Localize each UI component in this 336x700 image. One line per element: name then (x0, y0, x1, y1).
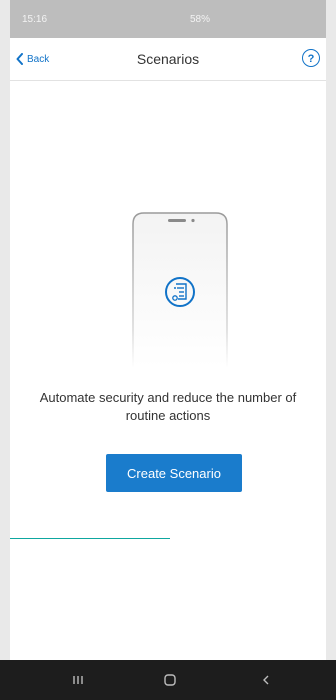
chevron-left-icon (16, 53, 23, 65)
system-back-button[interactable] (236, 660, 296, 700)
app-screen: 15:16 58% Back Scenarios ? Automate secu… (10, 0, 326, 700)
back-icon (263, 675, 269, 685)
page-title: Scenarios (136, 51, 200, 67)
status-time: 15:16 (22, 14, 48, 25)
device-frame-left (0, 0, 10, 700)
empty-state-message: Automate security and reduce the number … (39, 390, 297, 423)
app-header: Back Scenarios ? (10, 38, 326, 81)
device-frame-right (326, 0, 336, 700)
recent-apps-button[interactable] (48, 660, 108, 700)
back-label: Back (27, 53, 50, 65)
back-button[interactable]: Back (16, 51, 49, 67)
help-button[interactable]: ? (302, 49, 320, 67)
home-button[interactable] (140, 660, 200, 700)
divider-line (10, 538, 170, 539)
status-icons: 58% (190, 14, 211, 25)
system-nav-bar (0, 660, 336, 700)
phone-illustration (132, 212, 228, 368)
recent-apps-icon (73, 676, 83, 684)
home-icon (164, 674, 176, 686)
status-bar: 15:16 58% (10, 0, 326, 38)
create-scenario-button[interactable]: Create Scenario (106, 454, 242, 492)
